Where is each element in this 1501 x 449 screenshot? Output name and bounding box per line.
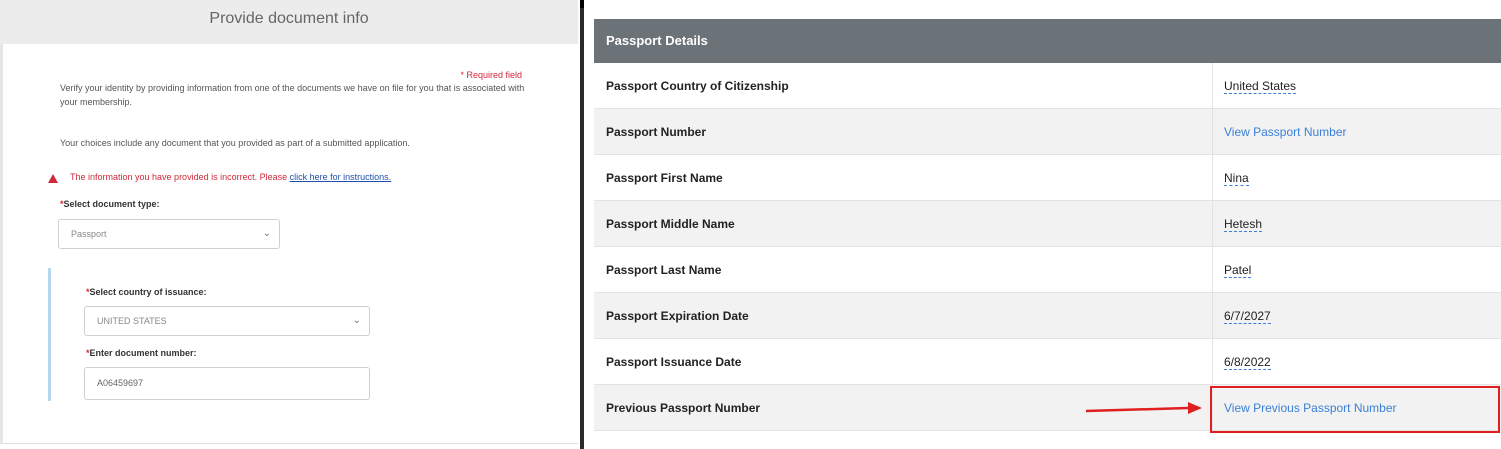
row-label: Passport Last Name: [606, 263, 722, 277]
doc-type-label: *Select document type:: [60, 199, 160, 209]
row-label: Passport Issuance Date: [606, 355, 742, 369]
error-message: The information you have provided is inc…: [70, 172, 391, 182]
doc-number-label: *Enter document number:: [86, 348, 197, 358]
table-row: Passport Middle Name Hetesh: [594, 201, 1501, 247]
panel-edge: [0, 44, 3, 444]
red-arrow-icon: [1085, 402, 1202, 414]
table-row: Passport Number View Passport Number: [594, 109, 1501, 155]
row-value: 6/8/2022: [1224, 355, 1271, 370]
country-label: *Select country of issuance:: [86, 287, 207, 297]
subpanel-accent-bar: [48, 268, 51, 401]
row-label: Passport Expiration Date: [606, 309, 749, 323]
view-passport-number-link[interactable]: View Passport Number: [1224, 109, 1347, 155]
row-value: Patel: [1224, 263, 1252, 278]
country-select[interactable]: UNITED STATES ⌄: [84, 306, 370, 336]
doc-number-input[interactable]: A06459697: [84, 367, 370, 400]
annotation-highlight-box: [1210, 386, 1500, 433]
row-label: Passport Middle Name: [606, 217, 735, 231]
table-row: Passport Expiration Date 6/7/2027: [594, 293, 1501, 339]
chevron-down-icon: ⌄: [262, 228, 271, 239]
document-info-panel: Provide document info * Required field V…: [0, 0, 578, 449]
choices-text: Your choices include any document that y…: [60, 138, 410, 148]
row-label: Passport Number: [606, 125, 707, 139]
divider-top-cap: [580, 0, 584, 8]
error-text: The information you have provided is inc…: [70, 172, 288, 182]
panel-bottom-border: [0, 443, 578, 444]
row-label: Passport Country of Citizenship: [606, 79, 789, 93]
row-value: Nina: [1224, 171, 1249, 186]
doc-type-value: Passport: [71, 229, 107, 239]
table-row: Passport First Name Nina: [594, 155, 1501, 201]
intro-text: Verify your identity by providing inform…: [60, 83, 525, 107]
row-label: Previous Passport Number: [606, 401, 761, 415]
row-value: United States: [1224, 79, 1297, 94]
table-row: Passport Last Name Patel: [594, 247, 1501, 293]
table-row: Passport Country of Citizenship United S…: [594, 63, 1501, 109]
instructions-link[interactable]: click here for instructions.: [290, 172, 392, 182]
panel-title: Provide document info: [0, 0, 578, 44]
panel-divider: [580, 0, 584, 449]
table-header: Passport Details: [594, 19, 1501, 63]
row-label: Passport First Name: [606, 171, 723, 185]
required-note: * Required field: [460, 70, 522, 80]
row-value: 6/7/2027: [1224, 309, 1271, 324]
chevron-down-icon: ⌄: [352, 315, 361, 326]
row-value: Hetesh: [1224, 217, 1263, 232]
table-row: Passport Issuance Date 6/8/2022: [594, 339, 1501, 385]
warning-triangle-icon: [48, 174, 58, 183]
doc-type-select[interactable]: Passport ⌄: [58, 219, 280, 249]
country-value: UNITED STATES: [97, 316, 167, 326]
passport-details-table: Passport Details Passport Country of Cit…: [594, 19, 1501, 431]
